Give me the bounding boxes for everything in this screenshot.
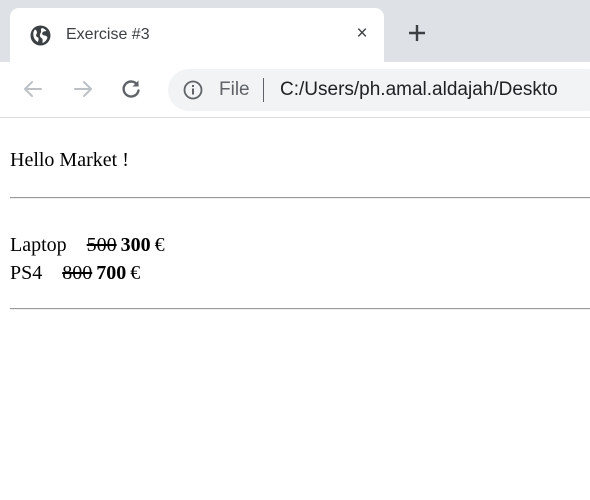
product-name: Laptop bbox=[10, 234, 67, 256]
divider-top bbox=[10, 197, 590, 199]
arrow-left-icon[interactable] bbox=[20, 76, 46, 102]
currency-symbol: € bbox=[130, 262, 141, 284]
product-name: PS4 bbox=[10, 262, 43, 284]
old-price: 800 bbox=[62, 262, 93, 284]
arrow-right-icon[interactable] bbox=[70, 76, 96, 102]
globe-icon bbox=[30, 25, 51, 46]
tab-strip: Exercise #3 × bbox=[0, 0, 590, 62]
close-icon[interactable]: × bbox=[351, 23, 373, 45]
tab-title: Exercise #3 bbox=[66, 26, 150, 43]
url-separator bbox=[263, 78, 264, 102]
divider-bottom bbox=[10, 308, 590, 310]
product-list: Laptop 500 300 € PS4 800 700 € bbox=[10, 231, 165, 287]
toolbar: File C:/Users/ph.amal.aldajah/Deskto bbox=[0, 62, 590, 118]
plus-icon[interactable] bbox=[405, 21, 429, 45]
list-item: Laptop 500 300 € bbox=[10, 231, 165, 259]
new-price: 300 bbox=[120, 234, 151, 256]
tab-exercise-3[interactable]: Exercise #3 × bbox=[10, 8, 384, 62]
url-text[interactable]: C:/Users/ph.amal.aldajah/Deskto bbox=[280, 80, 558, 100]
scheme-label: File bbox=[219, 79, 250, 100]
info-icon[interactable] bbox=[183, 80, 203, 100]
currency-symbol: € bbox=[154, 234, 165, 256]
address-bar[interactable]: File C:/Users/ph.amal.aldajah/Deskto bbox=[168, 69, 590, 111]
old-price: 500 bbox=[86, 234, 117, 256]
page-content: Hello Market ! Laptop 500 300 € PS4 800 700 € bbox=[0, 118, 590, 500]
list-item: PS4 800 700 € bbox=[10, 259, 165, 287]
browser-window: Exercise #3 × File C:/Users/ph.amal.alda… bbox=[0, 0, 590, 500]
page-greeting: Hello Market ! bbox=[10, 149, 129, 171]
reload-icon[interactable] bbox=[118, 76, 144, 102]
new-price: 700 bbox=[96, 262, 127, 284]
